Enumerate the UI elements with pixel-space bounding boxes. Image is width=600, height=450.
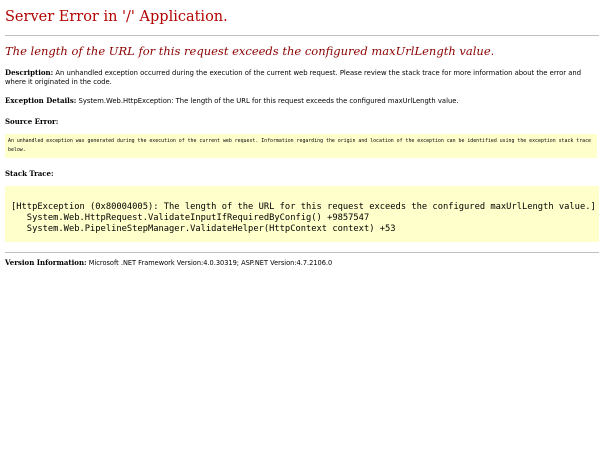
version-label: Version Information: xyxy=(5,258,87,267)
stack-trace-line: [HttpException (0x80004005): The length … xyxy=(11,202,596,212)
page-title: Server Error in '/' Application. xyxy=(5,9,228,25)
exception-details-text: System.Web.HttpException: The length of … xyxy=(78,97,459,105)
error-page: Server Error in '/' Application. The len… xyxy=(0,0,600,268)
description-label: Description: xyxy=(5,68,54,77)
exception-details-label: Exception Details: xyxy=(5,96,77,105)
footer-divider xyxy=(5,252,599,253)
exception-details-section: Exception Details: System.Web.HttpExcept… xyxy=(5,96,595,106)
stack-trace-heading: Stack Trace: xyxy=(5,169,54,178)
source-error-heading: Source Error: xyxy=(5,117,59,126)
description-text: An unhandled exception occurred during t… xyxy=(5,69,582,86)
stack-trace-line: System.Web.PipelineStepManager.ValidateH… xyxy=(11,224,396,234)
stack-trace-box: [HttpException (0x80004005): The length … xyxy=(5,186,599,242)
description-section: Description: An unhandled exception occu… xyxy=(5,68,595,87)
source-error-box: An unhandled exception was generated dur… xyxy=(5,134,597,158)
error-subtitle: The length of the URL for this request e… xyxy=(5,44,495,58)
title-divider xyxy=(5,35,599,36)
stack-trace-line: System.Web.HttpRequest.ValidateInputIfRe… xyxy=(11,213,370,223)
version-information: Version Information: Microsoft .NET Fram… xyxy=(5,258,595,268)
version-text: Microsoft .NET Framework Version:4.0.303… xyxy=(88,259,333,267)
